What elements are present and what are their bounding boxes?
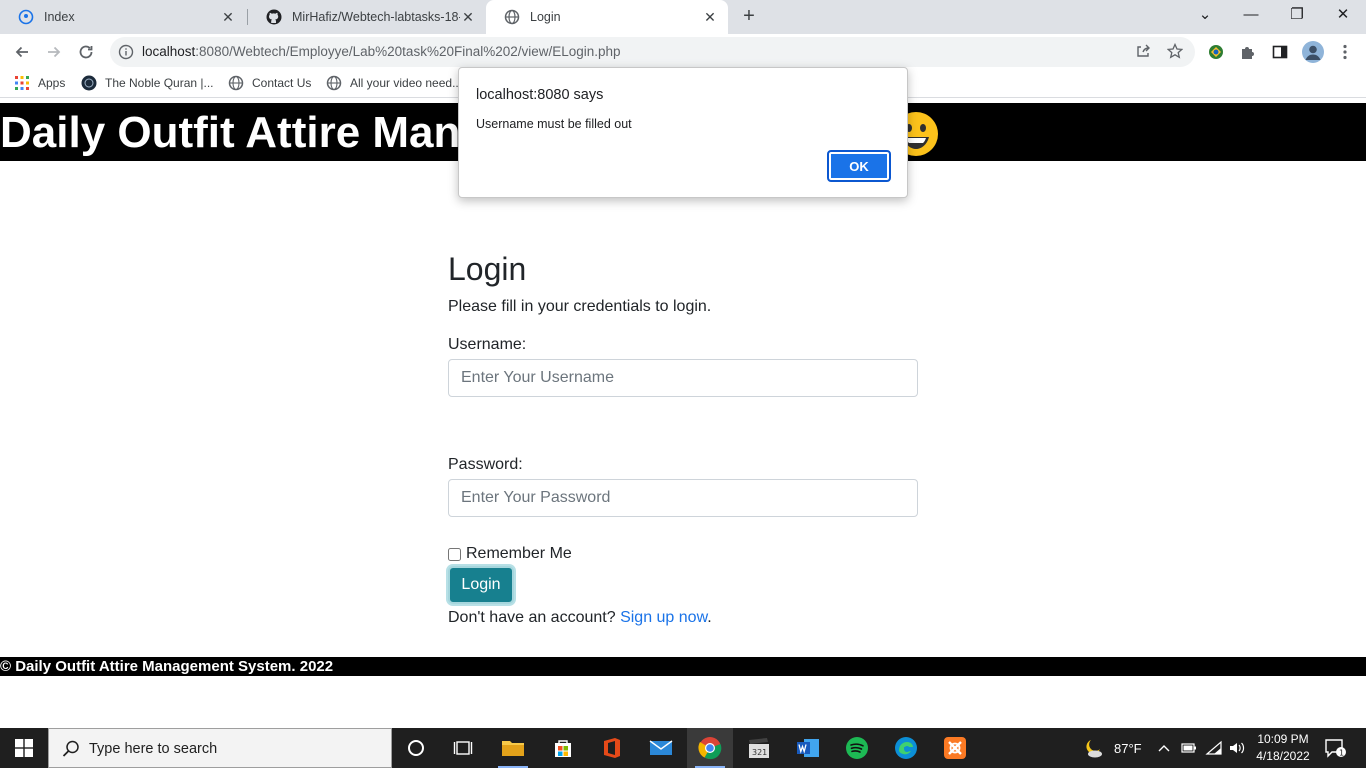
menu-kebab-icon[interactable] [1336, 43, 1354, 61]
close-window-button[interactable]: ✕ [1320, 0, 1366, 30]
password-input[interactable] [448, 479, 918, 517]
cortana-icon[interactable] [393, 728, 439, 768]
clock-time: 10:09 PM [1257, 732, 1309, 746]
remember-me-checkbox[interactable] [448, 547, 461, 561]
bookmark-star-icon[interactable] [1166, 42, 1184, 61]
login-form: Login Please fill in your credentials to… [448, 249, 918, 630]
signup-prefix: Don't have an account? [448, 609, 621, 626]
login-heading: Login [448, 251, 527, 287]
username-group: Username: [448, 335, 918, 397]
back-arrow-icon[interactable] [10, 40, 34, 64]
url-host: localhost [142, 44, 196, 59]
extension-icon[interactable] [1207, 43, 1225, 61]
moon-cloud-icon [1082, 737, 1104, 759]
footer-copyright: © Daily Outfit Attire Management System.… [0, 658, 334, 675]
globe-icon [326, 75, 342, 91]
tab-login-active[interactable]: Login ✕ [486, 0, 728, 34]
share-icon[interactable] [1134, 43, 1152, 61]
login-instructions: Please fill in your credentials to login… [448, 298, 712, 315]
browser-tab-strip: Index ✕ MirHafiz/Webtech-labtasks-18-36.… [0, 0, 1366, 34]
site-info-icon[interactable] [118, 44, 134, 60]
chrome-icon[interactable] [687, 728, 733, 768]
taskbar-search-box[interactable]: Type here to search [48, 728, 392, 768]
login-button[interactable]: Login [448, 566, 514, 604]
apps-grid-icon [14, 75, 30, 91]
signup-suffix: . [707, 609, 712, 626]
microsoft-store-icon[interactable] [540, 728, 586, 768]
bookmark-label: Contact Us [252, 76, 312, 90]
battery-icon[interactable] [1181, 728, 1197, 768]
tab-github[interactable]: MirHafiz/Webtech-labtasks-18-36... ✕ [248, 0, 486, 34]
bookmark-apps[interactable]: Apps [14, 75, 65, 91]
bookmark-contact-us[interactable]: Contact Us [228, 75, 311, 91]
notification-count: 1 [1339, 749, 1344, 758]
reload-icon[interactable] [74, 40, 98, 64]
forward-arrow-icon[interactable] [42, 40, 66, 64]
dialog-origin: localhost:8080 says [476, 87, 604, 103]
bookmark-videos[interactable]: All your video need... [326, 75, 462, 91]
tab-search-icon[interactable]: ⌄ [1182, 0, 1228, 30]
dialog-message: Username must be filled out [476, 117, 632, 131]
windows-start-icon[interactable] [0, 728, 48, 768]
bookmark-noble-quran[interactable]: The Noble Quran |... [81, 75, 214, 91]
address-bar[interactable]: localhost:8080/Webtech/Employye/Lab%20ta… [110, 37, 1195, 67]
office-icon[interactable] [589, 728, 635, 768]
bookmark-label: The Noble Quran |... [105, 76, 214, 90]
search-icon [61, 739, 81, 759]
dialog-ok-button[interactable]: OK [827, 150, 891, 182]
restore-button[interactable]: ❐ [1274, 0, 1320, 30]
globe-icon [18, 9, 34, 25]
site-footer: © Daily Outfit Attire Management System.… [0, 657, 1366, 676]
wifi-icon[interactable] [1205, 728, 1223, 768]
close-tab-icon[interactable]: ✕ [460, 9, 476, 25]
globe-icon [504, 9, 520, 25]
svg-text:321: 321 [752, 748, 767, 757]
signup-prompt: Don't have an account? Sign up now. [448, 606, 918, 630]
extensions-puzzle-icon[interactable] [1239, 43, 1257, 61]
remember-me-label: Remember Me [466, 545, 572, 562]
minimize-button[interactable]: — [1228, 0, 1274, 30]
xampp-icon[interactable] [932, 728, 978, 768]
new-tab-button[interactable]: + [738, 5, 760, 27]
weather-temp: 87°F [1114, 740, 1142, 756]
side-panel-icon[interactable] [1271, 43, 1289, 61]
volume-icon[interactable] [1228, 728, 1246, 768]
tab-index[interactable]: Index ✕ [0, 0, 246, 34]
close-tab-icon[interactable]: ✕ [220, 9, 236, 25]
word-icon[interactable] [785, 728, 831, 768]
url-text: localhost:8080/Webtech/Employye/Lab%20ta… [142, 44, 621, 59]
taskbar-search-placeholder: Type here to search [89, 741, 218, 757]
remember-me[interactable]: Remember Me [448, 545, 918, 563]
signup-link[interactable]: Sign up now [620, 609, 707, 626]
spotify-icon[interactable] [834, 728, 880, 768]
alert-dialog: localhost:8080 says Username must be fil… [458, 67, 908, 198]
tab-title: Login [530, 10, 561, 24]
mail-icon[interactable] [638, 728, 684, 768]
tab-title: MirHafiz/Webtech-labtasks-18-36... [292, 10, 460, 24]
edge-icon[interactable] [883, 728, 929, 768]
username-label: Username: [448, 336, 527, 353]
notifications-icon[interactable]: 1 [1324, 728, 1346, 768]
weather-widget[interactable]: 87°F [1082, 728, 1142, 768]
url-path: :8080/Webtech/Employye/Lab%20task%20Fina… [195, 44, 621, 59]
show-hidden-icons-chevron-icon[interactable] [1158, 728, 1170, 768]
task-view-icon[interactable] [440, 728, 486, 768]
github-icon [266, 9, 282, 25]
clock-date: 4/18/2022 [1256, 749, 1310, 763]
file-explorer-icon[interactable] [490, 728, 536, 768]
clapper-media-icon[interactable]: 321 [736, 728, 782, 768]
globe-icon [228, 75, 244, 91]
username-input[interactable] [448, 359, 918, 397]
password-group: Password: [448, 455, 918, 517]
close-tab-icon[interactable]: ✕ [702, 9, 718, 25]
quran-icon [81, 75, 97, 91]
tab-title: Index [44, 10, 75, 24]
bookmark-label: All your video need... [350, 76, 463, 90]
password-label: Password: [448, 456, 523, 473]
system-clock[interactable]: 10:09 PM 4/18/2022 [1246, 731, 1320, 765]
profile-avatar[interactable] [1302, 41, 1324, 63]
browser-toolbar: localhost:8080/Webtech/Employye/Lab%20ta… [0, 34, 1366, 70]
bookmark-label: Apps [38, 76, 66, 90]
windows-taskbar: Type here to search 321 87°F 10:09 PM 4/… [0, 728, 1366, 768]
